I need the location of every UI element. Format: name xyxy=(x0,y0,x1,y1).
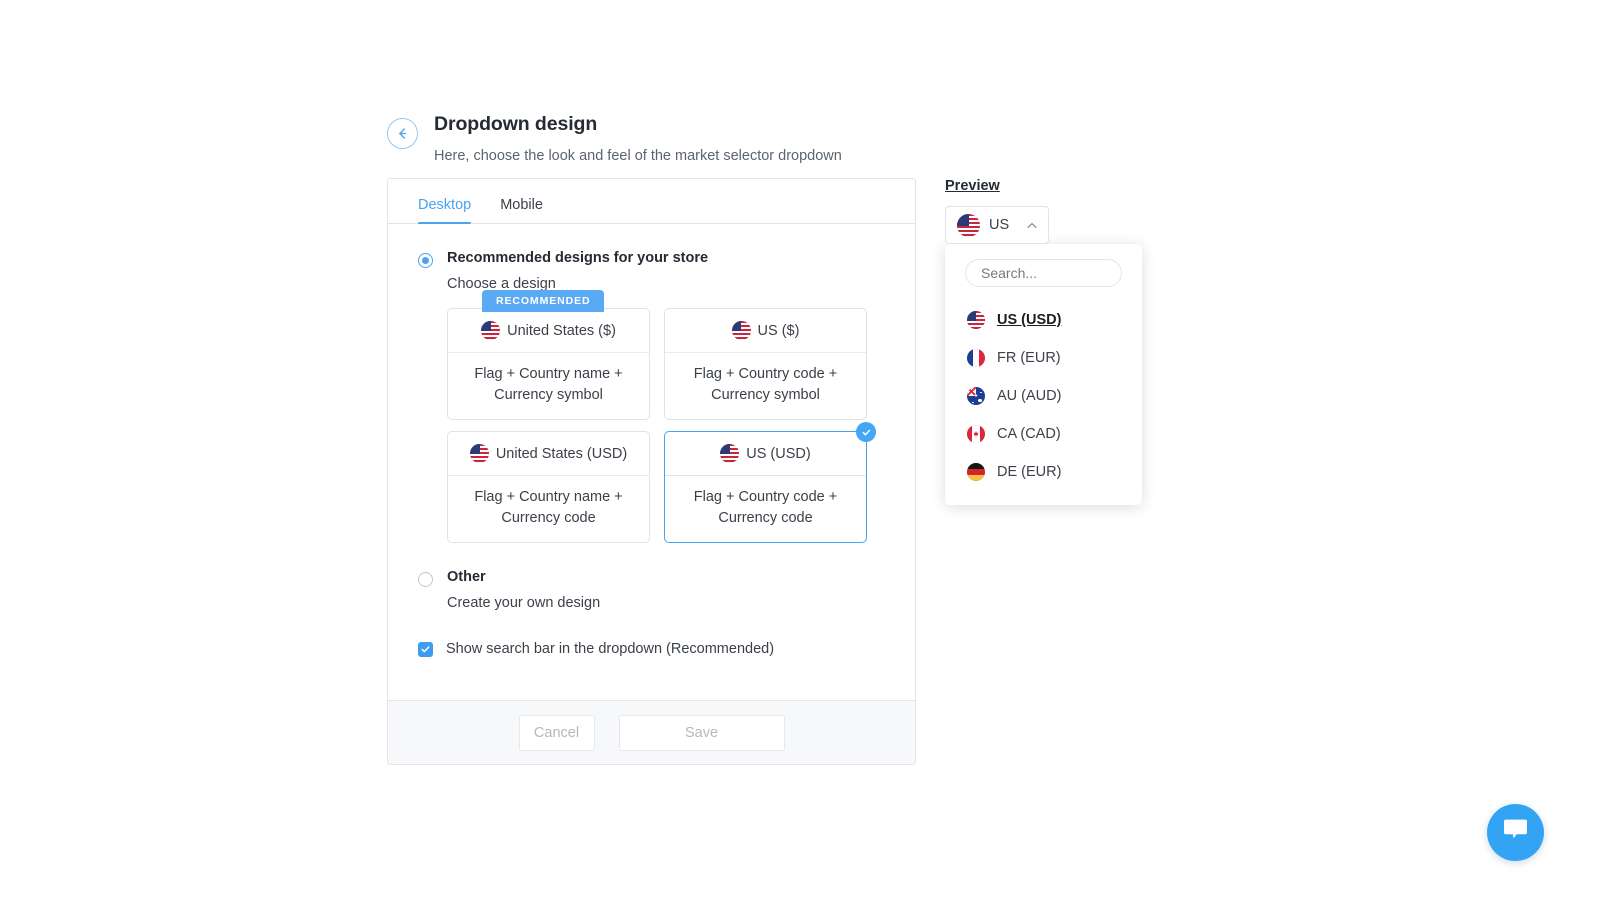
dropdown-item-label: AU (AUD) xyxy=(997,388,1061,404)
design-card-head: United States (USD) xyxy=(448,432,649,476)
design-card-description: Flag + Country name + Currency code xyxy=(448,476,649,542)
market-selector-trigger[interactable]: US xyxy=(945,206,1049,244)
option-other-block: Other Create your own design xyxy=(418,569,885,611)
market-dropdown-panel: US (USD) FR (EUR) AU (AUD) CA (CAD) DE (… xyxy=(945,244,1142,505)
dropdown-item-label: FR (EUR) xyxy=(997,350,1061,366)
flag-us-icon xyxy=(481,321,500,340)
design-card-row: United States (USD) Flag + Country name … xyxy=(447,431,885,543)
design-card[interactable]: US ($) Flag + Country code + Currency sy… xyxy=(664,308,867,420)
flag-us-icon xyxy=(967,311,985,329)
selector-country-code: US xyxy=(989,217,1009,233)
design-card-head: US ($) xyxy=(665,309,866,353)
dropdown-item-label: DE (EUR) xyxy=(997,464,1061,480)
design-card[interactable]: RECOMMENDED United States ($) Flag + Cou… xyxy=(447,308,650,420)
flag-us-icon xyxy=(720,444,739,463)
design-card-grid: RECOMMENDED United States ($) Flag + Cou… xyxy=(447,308,885,543)
dropdown-item-de[interactable]: DE (EUR) xyxy=(945,453,1142,491)
settings-panel: Desktop Mobile Recommended designs for y… xyxy=(387,178,916,765)
flag-us-icon xyxy=(470,444,489,463)
option-other-label: Other xyxy=(447,569,486,586)
design-card-title: United States ($) xyxy=(507,323,616,339)
dropdown-item-label: US (USD) xyxy=(997,312,1061,328)
page-title: Dropdown design xyxy=(434,113,947,136)
show-search-bar-setting[interactable]: Show search bar in the dropdown (Recomme… xyxy=(418,641,885,657)
flag-ca-icon xyxy=(967,425,985,443)
design-card-description: Flag + Country code + Currency code xyxy=(665,476,866,542)
design-card-title: US (USD) xyxy=(746,446,810,462)
search-input[interactable] xyxy=(965,259,1122,287)
back-button[interactable] xyxy=(387,118,418,149)
option-other[interactable]: Other xyxy=(418,569,885,587)
page-subtitle: Here, choose the look and feel of the ma… xyxy=(434,147,947,166)
selected-check-icon xyxy=(856,422,876,442)
caret-up-icon xyxy=(1027,216,1037,234)
show-search-bar-label: Show search bar in the dropdown (Recomme… xyxy=(446,641,774,657)
option-other-sub: Create your own design xyxy=(447,595,885,611)
dropdown-item-ca[interactable]: CA (CAD) xyxy=(945,415,1142,453)
cancel-button[interactable]: Cancel xyxy=(519,715,595,751)
tab-mobile[interactable]: Mobile xyxy=(500,197,543,223)
flag-us-icon xyxy=(957,214,980,237)
recommended-badge: RECOMMENDED xyxy=(482,290,604,312)
save-button[interactable]: Save xyxy=(619,715,785,751)
chat-launcher-button[interactable] xyxy=(1487,804,1544,861)
dropdown-item-au[interactable]: AU (AUD) xyxy=(945,377,1142,415)
dropdown-item-label: CA (CAD) xyxy=(997,426,1061,442)
radio-other[interactable] xyxy=(418,572,433,587)
tab-bar: Desktop Mobile xyxy=(388,179,915,224)
panel-footer: Cancel Save xyxy=(388,700,915,764)
chat-bubble-icon xyxy=(1502,818,1529,847)
option-recommended[interactable]: Recommended designs for your store xyxy=(418,250,885,268)
flag-us-icon xyxy=(732,321,751,340)
dropdown-item-fr[interactable]: FR (EUR) xyxy=(945,339,1142,377)
checkbox-show-search-bar[interactable] xyxy=(418,642,433,657)
design-card-description: Flag + Country code + Currency symbol xyxy=(665,353,866,419)
design-card-row: RECOMMENDED United States ($) Flag + Cou… xyxy=(447,308,885,420)
design-card-title: United States (USD) xyxy=(496,446,627,462)
dropdown-item-us[interactable]: US (USD) xyxy=(945,301,1142,339)
radio-recommended[interactable] xyxy=(418,253,433,268)
design-card-selected[interactable]: US (USD) Flag + Country code + Currency … xyxy=(664,431,867,543)
design-card-head: United States ($) xyxy=(448,309,649,353)
page-header: Dropdown design Here, choose the look an… xyxy=(387,113,947,166)
panel-body: Recommended designs for your store Choos… xyxy=(388,224,915,702)
option-recommended-label: Recommended designs for your store xyxy=(447,250,708,267)
preview-label: Preview xyxy=(945,178,1049,194)
design-card-description: Flag + Country name + Currency symbol xyxy=(448,353,649,419)
flag-de-icon xyxy=(967,463,985,481)
tab-desktop[interactable]: Desktop xyxy=(418,197,471,223)
design-card-title: US ($) xyxy=(758,323,800,339)
title-block: Dropdown design Here, choose the look an… xyxy=(434,113,947,166)
flag-fr-icon xyxy=(967,349,985,367)
arrow-left-icon xyxy=(395,126,410,141)
preview-section: Preview US US (USD) FR (EUR) AU ( xyxy=(945,178,1049,244)
flag-au-icon xyxy=(967,387,985,405)
design-card-head: US (USD) xyxy=(665,432,866,476)
design-card[interactable]: United States (USD) Flag + Country name … xyxy=(447,431,650,543)
app-root: Dropdown design Here, choose the look an… xyxy=(0,0,1600,900)
